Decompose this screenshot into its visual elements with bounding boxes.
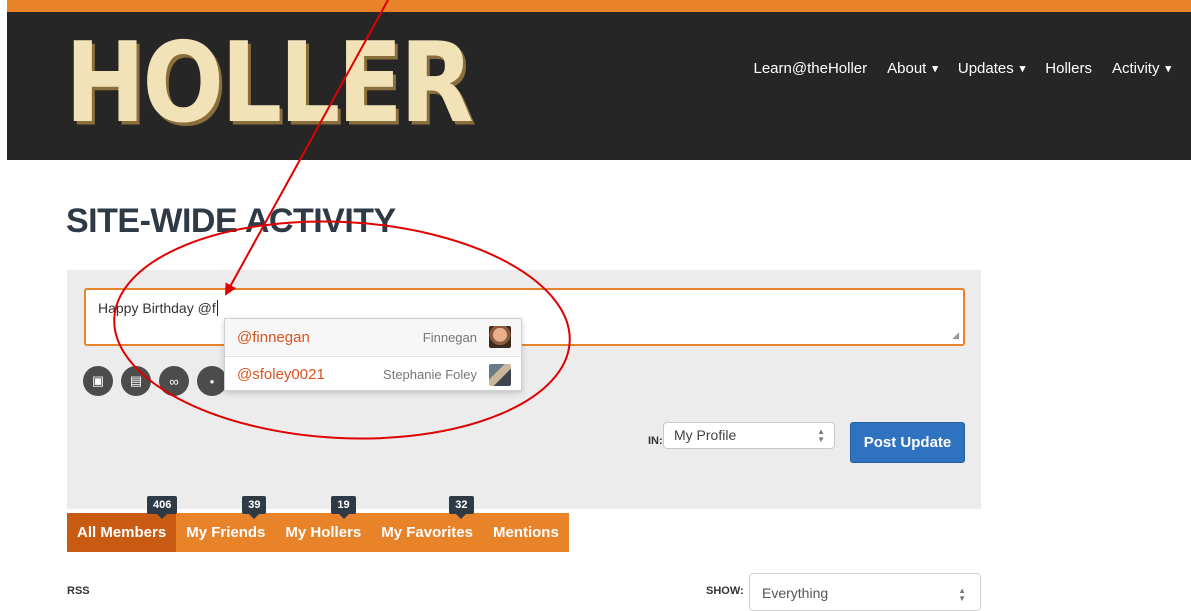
select-arrows-icon: ▲ ▼ — [817, 427, 825, 444]
page-title: SITE-WIDE ACTIVITY — [66, 202, 396, 240]
filter-value: Everything — [762, 585, 829, 601]
mention-autocomplete: @finnegan Finnegan @sfoley0021 Stephanie… — [224, 318, 522, 391]
count-badge: 19 — [331, 496, 356, 519]
mention-handle: @finnegan — [237, 328, 310, 346]
mention-name: Finnegan — [422, 329, 477, 345]
mention-name: Stephanie Foley — [383, 367, 477, 382]
nav-about[interactable]: About ▾ — [887, 60, 938, 77]
autocomplete-item[interactable]: @finnegan Finnegan — [225, 319, 521, 355]
video-icon[interactable]: ▤ — [121, 366, 151, 396]
select-arrows-icon: ▲ ▼ — [958, 586, 966, 603]
tab-all-members[interactable]: 406 All Members — [67, 496, 178, 552]
media-toolbar: ▣ ▤ ∞ • — [83, 366, 227, 396]
rss-link[interactable]: RSS — [67, 585, 90, 597]
count-badge: 406 — [147, 496, 178, 519]
avatar — [489, 326, 511, 348]
post-in-label: IN: — [648, 435, 663, 447]
resize-handle-icon[interactable]: ◢ — [952, 330, 959, 341]
count-badge: 32 — [449, 496, 474, 519]
nav-label: Learn@theHoller — [753, 60, 868, 77]
image-icon[interactable]: ▣ — [83, 366, 113, 396]
nav-label: About — [887, 60, 927, 77]
activity-tabs: 406 All Members 39 My Friends 19 My Holl… — [67, 496, 569, 552]
count-badge: 39 — [242, 496, 267, 519]
nav-label: Hollers — [1045, 60, 1092, 77]
tab-label: Mentions — [492, 524, 559, 541]
whats-new-textarea[interactable]: Happy Birthday @f ◢ — [84, 288, 965, 346]
nav-label: Updates — [957, 60, 1014, 77]
nav-activity[interactable]: Activity ▾ — [1112, 60, 1171, 77]
tab-label: All Members — [77, 524, 167, 541]
nav-hollers[interactable]: Hollers — [1045, 60, 1092, 77]
tab-mentions[interactable]: Mentions — [483, 513, 569, 552]
chevron-down-icon: ▾ — [932, 63, 938, 75]
post-in-select[interactable]: My Profile ▲ ▼ — [663, 422, 835, 449]
tab-my-hollers[interactable]: 19 My Hollers — [275, 496, 371, 552]
top-accent-bar — [7, 0, 1191, 12]
activity-filter-select[interactable]: Everything ▲ ▼ — [749, 573, 981, 611]
chevron-down-icon: ▾ — [1165, 63, 1171, 75]
site-logo[interactable]: HOLLER — [65, 28, 474, 138]
tab-label: My Friends — [186, 524, 266, 541]
nav-updates[interactable]: Updates ▾ — [958, 60, 1025, 77]
post-update-form: Happy Birthday @f ◢ ▣ ▤ ∞ • IN: My Profi… — [67, 270, 981, 509]
autocomplete-item[interactable]: @sfoley0021 Stephanie Foley — [225, 356, 521, 392]
tab-label: My Favorites — [381, 524, 473, 541]
tab-my-friends[interactable]: 39 My Friends — [176, 496, 275, 552]
link-icon[interactable]: ∞ — [159, 366, 189, 396]
post-update-button[interactable]: Post Update — [850, 422, 965, 463]
post-in-value: My Profile — [674, 427, 737, 443]
nav-learn[interactable]: Learn@theHoller — [754, 60, 868, 77]
nav-label: Activity — [1111, 60, 1160, 77]
mention-handle: @sfoley0021 — [237, 366, 325, 383]
more-icon[interactable]: • — [197, 366, 227, 396]
show-filter-label: SHOW: — [706, 585, 744, 597]
avatar — [489, 363, 511, 386]
tab-my-favorites[interactable]: 32 My Favorites — [371, 496, 483, 552]
tab-label: My Hollers — [285, 524, 362, 541]
main-nav: Learn@theHoller About ▾ Updates ▾ Holler… — [754, 60, 1172, 77]
textarea-value: Happy Birthday @f — [98, 300, 216, 316]
site-header: HOLLER Learn@theHoller About ▾ Updates ▾… — [7, 12, 1191, 160]
text-caret — [216, 300, 218, 316]
chevron-down-icon: ▾ — [1019, 63, 1026, 75]
